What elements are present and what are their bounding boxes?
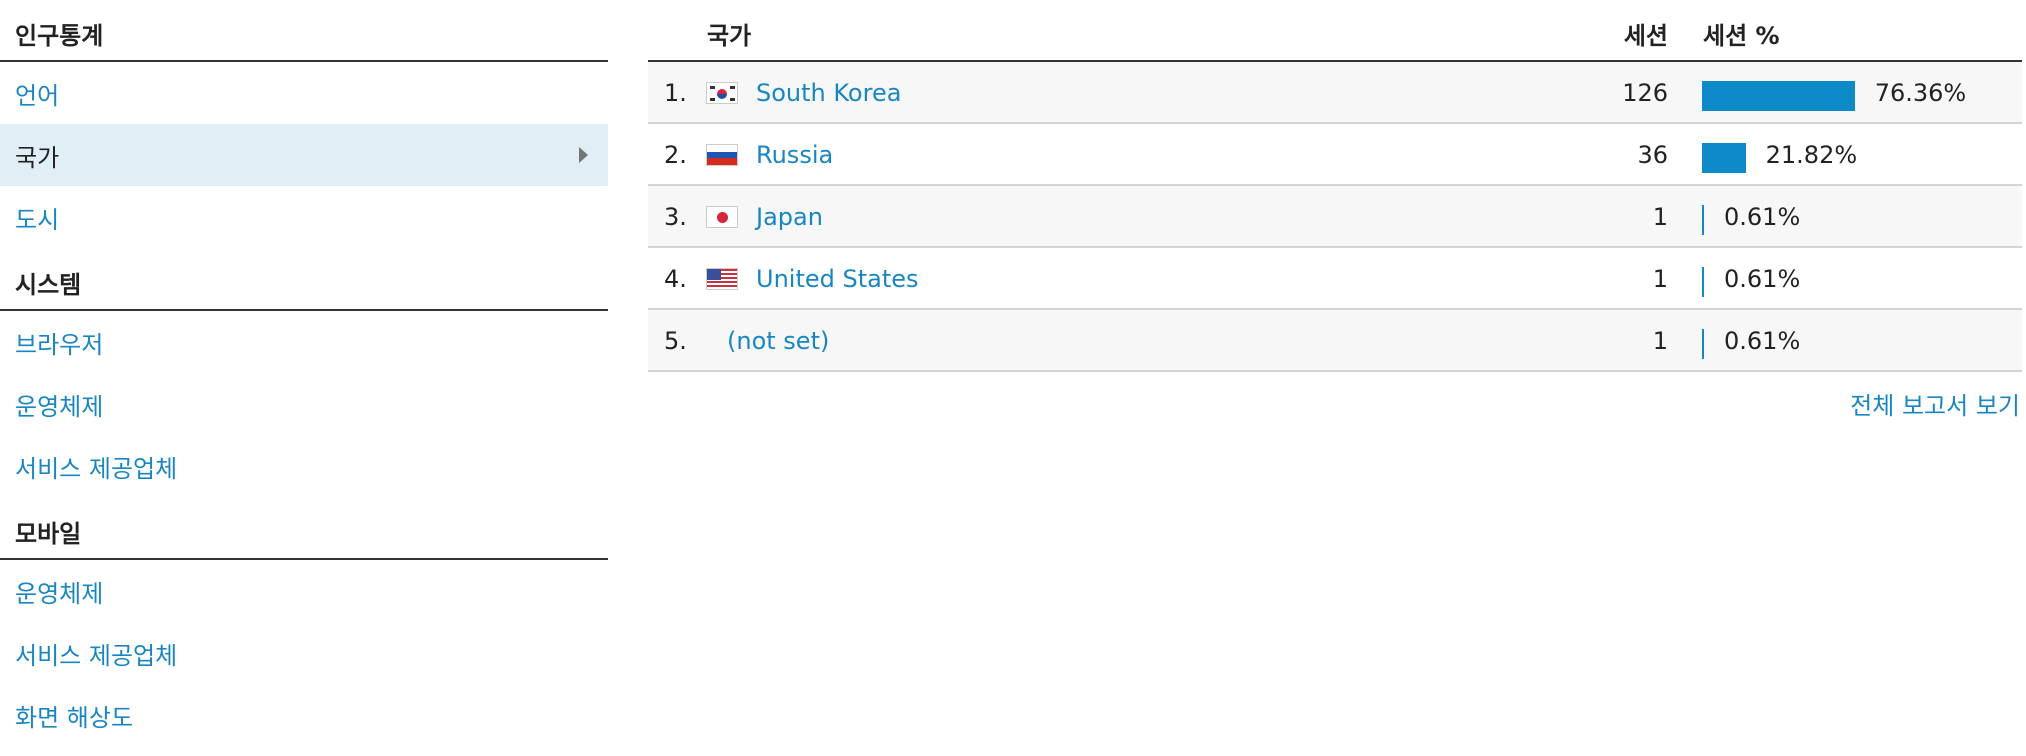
table-row: 5. (not set) 1 0.61% [648,310,2022,372]
sessions-pct-label: 76.36% [1874,79,1967,107]
sessions-pct-label: 0.61% [1724,265,1801,293]
table-row: 1. South Korea 126 76.36% [648,62,2022,124]
sessions-pct-bar [1702,329,1704,359]
sessions-pct-label: 21.82% [1765,141,1858,169]
sessions-pct-bar [1702,205,1704,235]
nav-item-browser[interactable]: 브라우저 [0,311,608,373]
column-header-sessions-pct: 세션 % [1703,22,1780,50]
country-link[interactable]: South Korea [756,62,901,124]
section-header-mobile: 모바일 [0,497,608,560]
section-header-demographics: 인구통계 [0,0,608,62]
nav-item-mobile-service-provider[interactable]: 서비스 제공업체 [0,622,608,684]
nav-item-service-provider[interactable]: 서비스 제공업체 [0,435,608,497]
sessions-pct-label: 0.61% [1724,327,1801,355]
report-nav-sidebar: 인구통계 언어 국가 도시 시스템 브라우저 운영체제 서비스 제공업체 모바일… [0,0,608,746]
row-rank: 4. [664,265,687,293]
sessions-value: 126 [1622,79,1668,107]
column-header-sessions: 세션 [1623,22,1668,50]
view-full-report-link[interactable]: 전체 보고서 보기 [1850,386,2020,421]
row-rank: 3. [664,203,687,231]
nav-item-language[interactable]: 언어 [0,62,608,124]
country-link[interactable]: (not set) [727,310,829,372]
nav-item-country[interactable]: 국가 [0,124,608,186]
sessions-pct-label: 0.61% [1724,203,1801,231]
table-header: 국가 세션 세션 % [648,0,2022,62]
sessions-value: 1 [1652,203,1668,231]
row-rank: 5. [664,327,687,355]
nav-item-country-label: 국가 [15,143,60,172]
table-row: 3. Japan 1 0.61% [648,186,2022,248]
table-row: 4. United States 1 0.61% [648,248,2022,310]
country-link[interactable]: Russia [756,124,833,186]
japan-flag-icon [706,206,738,228]
country-link[interactable]: United States [756,248,919,310]
nav-item-city[interactable]: 도시 [0,186,608,248]
sessions-value: 36 [1637,141,1668,169]
sessions-pct-bar [1702,143,1746,173]
sessions-value: 1 [1652,265,1668,293]
chevron-right-icon [579,147,588,163]
row-rank: 2. [664,141,687,169]
united-states-flag-icon [706,268,738,290]
section-header-system: 시스템 [0,248,608,311]
russia-flag-icon [706,144,738,166]
country-sessions-table: 국가 세션 세션 % 1. South Korea 126 76.36% 2. … [648,0,2022,372]
sessions-value: 1 [1652,327,1668,355]
nav-item-operating-system[interactable]: 운영체제 [0,373,608,435]
sessions-pct-bar [1702,267,1704,297]
nav-item-mobile-operating-system[interactable]: 운영체제 [0,560,608,622]
column-header-country: 국가 [707,22,752,50]
south-korea-flag-icon [706,82,738,104]
row-rank: 1. [664,79,687,107]
country-link[interactable]: Japan [756,186,823,248]
table-row: 2. Russia 36 21.82% [648,124,2022,186]
analytics-report: 인구통계 언어 국가 도시 시스템 브라우저 운영체제 서비스 제공업체 모바일… [0,0,2026,756]
sessions-pct-bar [1702,81,1855,111]
nav-item-screen-resolution[interactable]: 화면 해상도 [0,684,608,746]
